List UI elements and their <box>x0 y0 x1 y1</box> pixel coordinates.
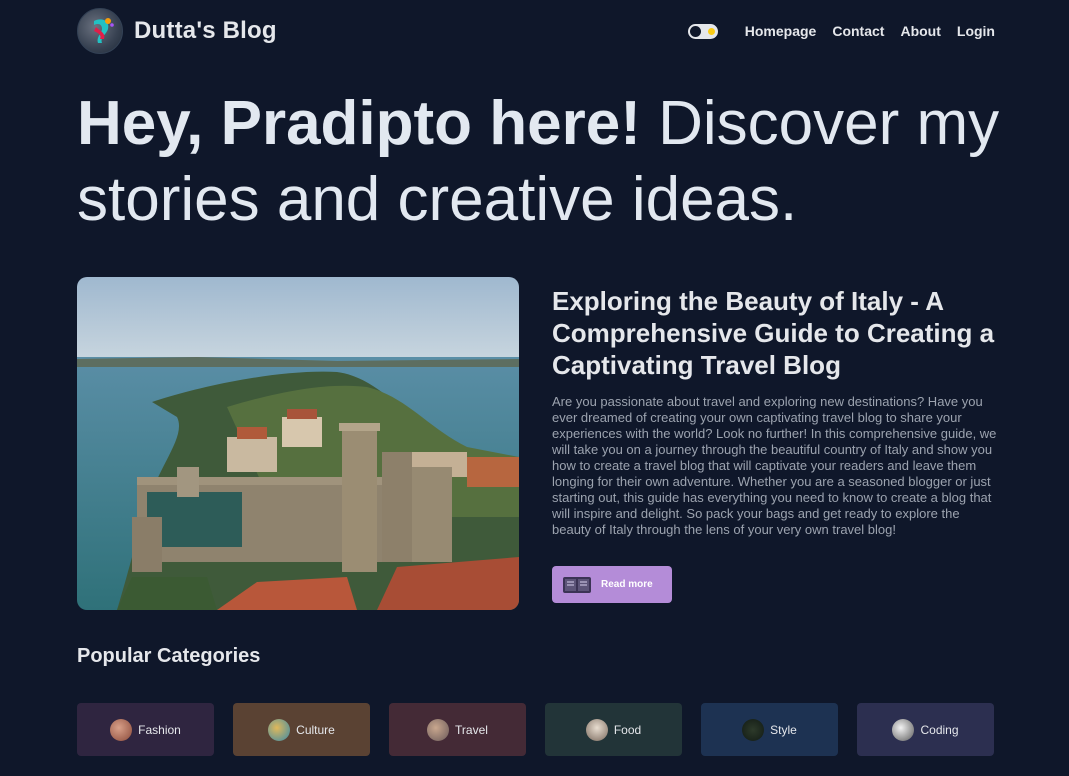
nav-homepage[interactable]: Homepage <box>745 23 817 39</box>
book-icon <box>563 576 591 593</box>
featured-post-title[interactable]: Exploring the Beauty of Italy - A Compre… <box>552 285 1002 381</box>
toggle-knob <box>689 25 701 37</box>
coding-thumb-icon <box>892 718 915 741</box>
fashion-thumb-icon <box>110 718 133 741</box>
read-more-label: Read more <box>601 579 653 590</box>
sun-icon <box>707 27 715 35</box>
category-culture[interactable]: Culture <box>233 703 370 756</box>
hero-greeting: Hey, Pradipto here! <box>77 89 641 158</box>
style-thumb-icon <box>742 718 765 741</box>
categories-heading: Popular Categories <box>77 645 261 667</box>
category-label: Travel <box>455 722 488 737</box>
category-label: Food <box>613 722 642 737</box>
category-fashion[interactable]: Fashion <box>77 703 214 756</box>
categories-list: Fashion Culture Travel Food Style Coding <box>77 703 995 756</box>
brand-name[interactable]: Dutta's Blog <box>134 17 277 45</box>
category-coding[interactable]: Coding <box>857 703 994 756</box>
read-more-button[interactable]: Read more <box>552 566 672 603</box>
category-style[interactable]: Style <box>701 703 838 756</box>
brand[interactable]: Dutta's Blog <box>77 8 277 54</box>
category-label: Coding <box>920 722 959 737</box>
category-food[interactable]: Food <box>545 703 682 756</box>
nav-login[interactable]: Login <box>957 23 995 39</box>
featured-post-description: Are you passionate about travel and expl… <box>552 394 997 537</box>
theme-toggle[interactable] <box>687 23 718 39</box>
hero-heading: Hey, Pradipto here! Discover my stories … <box>77 86 1017 238</box>
logo-icon[interactable] <box>77 8 123 54</box>
culture-thumb-icon <box>268 718 291 741</box>
category-label: Fashion <box>138 722 181 737</box>
nav-contact[interactable]: Contact <box>832 23 884 39</box>
main-nav: Homepage Contact About Login <box>687 23 995 39</box>
category-travel[interactable]: Travel <box>389 703 526 756</box>
site-header: Dutta's Blog Homepage Contact About Logi… <box>77 8 995 54</box>
travel-thumb-icon <box>427 718 450 741</box>
category-label: Style <box>770 722 797 737</box>
category-label: Culture <box>296 722 335 737</box>
food-thumb-icon <box>585 718 608 741</box>
nav-about[interactable]: About <box>900 23 940 39</box>
featured-post-image[interactable] <box>77 277 519 610</box>
